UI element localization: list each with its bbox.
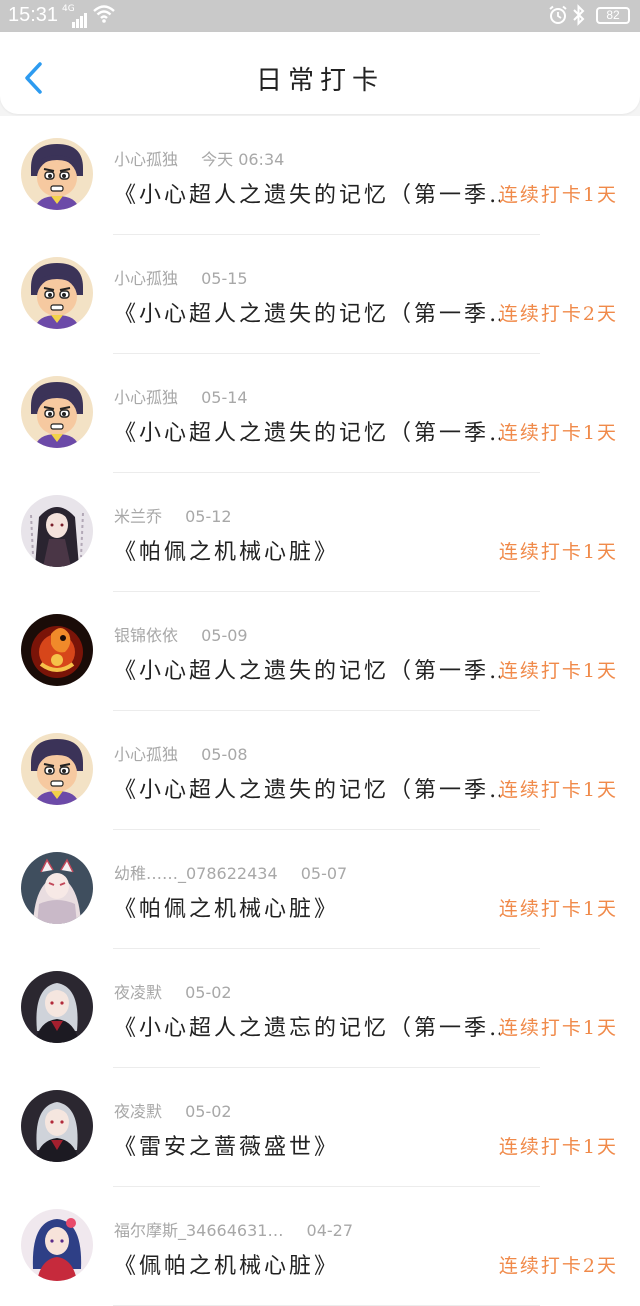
user-name[interactable]: 小心孤独 xyxy=(114,265,178,289)
checkin-record-4[interactable]: 米兰乔 05-12 《帕佩之机械心脏》 连续打卡1天 xyxy=(0,473,640,592)
book-title: 《帕佩之机械心脏》 xyxy=(114,540,340,565)
status-bar: 15:31 4G 82 xyxy=(0,0,640,32)
streak-label: 连续打卡1天 xyxy=(498,1017,618,1039)
user-name[interactable]: 银锦依依 xyxy=(114,622,178,646)
bluetooth-icon xyxy=(573,4,585,26)
streak-label: 连续打卡1天 xyxy=(498,898,618,920)
checkin-record-6[interactable]: 小心孤独 05-08 《小心超人之遗失的记忆（第一季… 连续打卡1天 xyxy=(0,711,640,830)
anime-girl-dark-avatar-image xyxy=(21,495,93,567)
avatar[interactable] xyxy=(21,614,93,686)
checkin-date: 05-15 xyxy=(201,269,248,288)
book-title: 《小心超人之遗失的记忆（第一季… xyxy=(114,421,500,446)
avatar[interactable] xyxy=(21,1090,93,1162)
checkin-date: 05-14 xyxy=(201,388,248,407)
signal-icon xyxy=(72,9,88,28)
checkin-record-10[interactable]: 福尔摩斯_34664631… 04-27 《佩帕之机械心脏》 连续打卡2天 xyxy=(0,1187,640,1306)
silver-hair-girl-avatar-image xyxy=(21,1090,93,1162)
record-meta: 小心孤独 05-08 xyxy=(114,741,248,765)
book-title: 《小心超人之遗失的记忆（第一季… xyxy=(114,659,500,684)
fox-mask-girl-avatar-image xyxy=(21,852,93,924)
page-title: 日常打卡 xyxy=(255,66,384,96)
book-title: 《小心超人之遗失的记忆（第一季… xyxy=(114,183,500,208)
streak-label: 连续打卡1天 xyxy=(498,541,618,563)
avatar[interactable] xyxy=(21,1209,93,1281)
book-title: 《雷安之蔷薇盛世》 xyxy=(114,1135,340,1160)
checkin-date: 05-02 xyxy=(185,1102,232,1121)
checkin-record-1[interactable]: 小心孤独 今天 06:34 《小心超人之遗失的记忆（第一季… 连续打卡1天 xyxy=(0,116,640,235)
streak-label: 连续打卡1天 xyxy=(498,660,618,682)
checkin-record-9[interactable]: 夜凌默 05-02 《雷安之蔷薇盛世》 连续打卡1天 xyxy=(0,1068,640,1187)
checkin-date: 05-02 xyxy=(185,983,232,1002)
record-meta: 小心孤独 05-15 xyxy=(114,265,248,289)
avatar[interactable] xyxy=(21,733,93,805)
checkin-record-3[interactable]: 小心孤独 05-14 《小心超人之遗失的记忆（第一季… 连续打卡1天 xyxy=(0,354,640,473)
checkin-date: 05-07 xyxy=(300,864,348,883)
record-meta: 小心孤独 05-14 xyxy=(114,384,248,408)
streak-label: 连续打卡2天 xyxy=(498,303,618,325)
streak-label: 连续打卡2天 xyxy=(498,1255,618,1277)
checkin-record-8[interactable]: 夜凌默 05-02 《小心超人之遗忘的记忆（第一季… 连续打卡1天 xyxy=(0,949,640,1068)
fire-creature-avatar-image xyxy=(21,614,93,686)
battery-indicator: 82 xyxy=(596,7,630,24)
checkin-date: 今天 06:34 xyxy=(201,150,285,169)
record-meta: 福尔摩斯_34664631… 04-27 xyxy=(114,1217,353,1241)
avatar[interactable] xyxy=(21,376,93,448)
cartoon-boy-avatar-image xyxy=(21,376,93,448)
book-title: 《小心超人之遗失的记忆（第一季… xyxy=(114,302,500,327)
cartoon-boy-avatar-image xyxy=(21,257,93,329)
checkin-record-7[interactable]: 幼稚……_078622434 05-07 《帕佩之机械心脏》 连续打卡1天 xyxy=(0,830,640,949)
record-meta: 银锦依依 05-09 xyxy=(114,622,248,646)
blue-anime-girl-avatar-image xyxy=(21,1209,93,1281)
checkin-date: 05-12 xyxy=(185,507,232,526)
user-name[interactable]: 幼稚……_078622434 xyxy=(114,860,278,884)
book-title: 《小心超人之遗失的记忆（第一季… xyxy=(114,778,500,803)
checkin-record-2[interactable]: 小心孤独 05-15 《小心超人之遗失的记忆（第一季… 连续打卡2天 xyxy=(0,235,640,354)
streak-label: 连续打卡1天 xyxy=(498,779,618,801)
checkin-date: 05-09 xyxy=(201,626,248,645)
streak-label: 连续打卡1天 xyxy=(498,1136,618,1158)
avatar[interactable] xyxy=(21,257,93,329)
checkin-record-5[interactable]: 银锦依依 05-09 《小心超人之遗失的记忆（第一季… 连续打卡1天 xyxy=(0,592,640,711)
avatar[interactable] xyxy=(21,852,93,924)
user-name[interactable]: 米兰乔 xyxy=(114,503,162,527)
checkin-date: 05-08 xyxy=(201,745,248,764)
user-name[interactable]: 小心孤独 xyxy=(114,384,178,408)
user-name[interactable]: 夜凌默 xyxy=(114,979,162,1003)
user-name[interactable]: 小心孤独 xyxy=(114,146,178,170)
app-header: 日常打卡 xyxy=(0,32,640,114)
status-time: 15:31 xyxy=(8,4,59,26)
record-meta: 米兰乔 05-12 xyxy=(114,503,232,527)
avatar[interactable] xyxy=(21,138,93,210)
avatar[interactable] xyxy=(21,971,93,1043)
user-name[interactable]: 夜凌默 xyxy=(114,1098,162,1122)
record-meta: 小心孤独 今天 06:34 xyxy=(114,146,284,170)
record-meta: 幼稚……_078622434 05-07 xyxy=(114,860,347,884)
checkin-list: 小心孤独 今天 06:34 《小心超人之遗失的记忆（第一季… 连续打卡1天 小心… xyxy=(0,116,640,1306)
user-name[interactable]: 小心孤独 xyxy=(114,741,178,765)
wifi-icon xyxy=(93,5,115,23)
silver-hair-girl-avatar-image xyxy=(21,971,93,1043)
streak-label: 连续打卡1天 xyxy=(498,422,618,444)
book-title: 《小心超人之遗忘的记忆（第一季… xyxy=(114,1016,500,1041)
book-title: 《佩帕之机械心脏》 xyxy=(114,1254,340,1279)
record-meta: 夜凌默 05-02 xyxy=(114,1098,232,1122)
record-meta: 夜凌默 05-02 xyxy=(114,979,232,1003)
checkin-date: 04-27 xyxy=(306,1221,354,1240)
avatar[interactable] xyxy=(21,495,93,567)
cartoon-boy-avatar-image xyxy=(21,733,93,805)
alarm-icon xyxy=(549,5,567,24)
book-title: 《帕佩之机械心脏》 xyxy=(114,897,340,922)
user-name[interactable]: 福尔摩斯_34664631… xyxy=(114,1217,283,1241)
cartoon-boy-avatar-image xyxy=(21,138,93,210)
streak-label: 连续打卡1天 xyxy=(498,184,618,206)
